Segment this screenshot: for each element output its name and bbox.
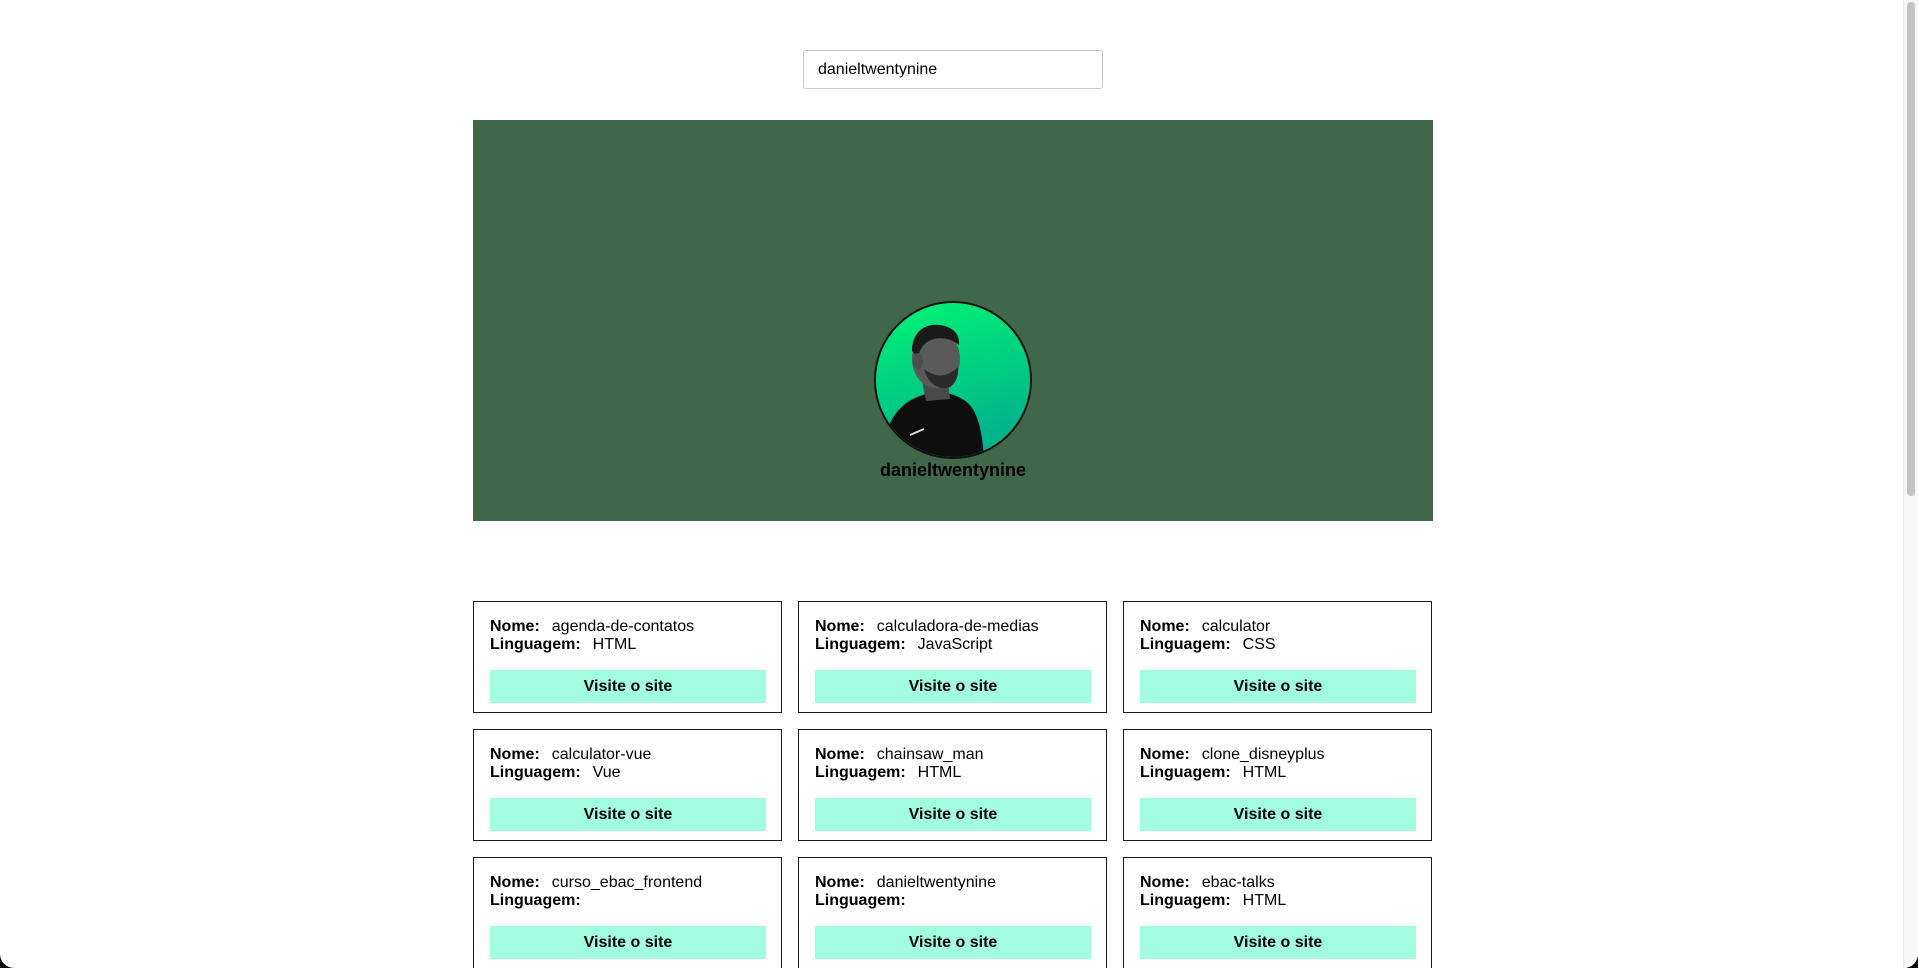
- repo-name-row: Nome: calculator: [1140, 618, 1415, 636]
- visit-site-button[interactable]: Visite o site: [490, 798, 766, 831]
- repo-language-label: Linguagem:: [490, 764, 581, 781]
- page-scrollbar[interactable]: [1903, 0, 1918, 968]
- browser-viewport: danieltwentynine Nome: agenda-de-contatos…: [0, 0, 1918, 968]
- visit-site-button[interactable]: Visite o site: [815, 926, 1091, 959]
- repo-name-row: Nome: agenda-de-contatos: [490, 618, 765, 636]
- avatar-photo: [876, 303, 1030, 457]
- repo-language-label: Linguagem:: [490, 892, 581, 909]
- avatar: [874, 301, 1032, 459]
- visit-site-button[interactable]: Visite o site: [1140, 798, 1416, 831]
- repo-language: HTML: [592, 636, 637, 653]
- repo-language: HTML: [1242, 892, 1287, 909]
- repo-name-row: Nome: clone_disneyplus: [1140, 746, 1415, 764]
- profile-username: danieltwentynine: [879, 460, 1027, 480]
- repo-name-label: Nome:: [490, 746, 540, 763]
- repo-name-row: Nome: curso_ebac_frontend: [490, 874, 765, 892]
- repo-card: Nome: clone_disneyplus Linguagem: HTML Vis…: [1123, 729, 1432, 841]
- repo-name-row: Nome: calculadora-de-medias: [815, 618, 1090, 636]
- repo-language-label: Linguagem:: [490, 636, 581, 653]
- visit-site-button[interactable]: Visite o site: [490, 926, 766, 959]
- repo-name-label: Nome:: [1140, 618, 1190, 635]
- visit-site-button[interactable]: Visite o site: [815, 670, 1091, 703]
- repo-language-label: Linguagem:: [815, 636, 906, 653]
- repo-language-row: Linguagem:: [815, 892, 1090, 910]
- repo-name-row: Nome: chainsaw_man: [815, 746, 1090, 764]
- search-input[interactable]: [803, 50, 1103, 89]
- repo-language: CSS: [1242, 636, 1276, 653]
- repo-language-row: Linguagem: HTML: [815, 764, 1090, 782]
- repo-name: calculator-vue: [551, 746, 652, 763]
- repo-language-row: Linguagem: JavaScript: [815, 636, 1090, 654]
- repo-name: curso_ebac_frontend: [551, 874, 703, 891]
- repo-language-row: Linguagem: Vue: [490, 764, 765, 782]
- repo-card: Nome: ebac-talks Linguagem: HTML Visite o …: [1123, 857, 1432, 968]
- repo-card: Nome: calculadora-de-medias Linguagem: Jav…: [798, 601, 1107, 713]
- repo-card: Nome: curso_ebac_frontend Linguagem: Visi…: [473, 857, 782, 968]
- repo-name-label: Nome:: [815, 746, 865, 763]
- repo-language-row: Linguagem: HTML: [1140, 764, 1415, 782]
- repo-name: danieltwentynine: [876, 874, 996, 891]
- repo-name: calculadora-de-medias: [876, 618, 1039, 635]
- repo-card: Nome: chainsaw_man Linguagem: HTML Visite …: [798, 729, 1107, 841]
- repo-card: Nome: agenda-de-contatos Linguagem: HTML V…: [473, 601, 782, 713]
- repo-name-label: Nome:: [815, 618, 865, 635]
- visit-site-button[interactable]: Visite o site: [1140, 670, 1416, 703]
- repo-name: ebac-talks: [1201, 874, 1275, 891]
- visit-site-button[interactable]: Visite o site: [815, 798, 1091, 831]
- repo-card: Nome: calculator-vue Linguagem: Vue Visite…: [473, 729, 782, 841]
- repo-language-label: Linguagem:: [815, 764, 906, 781]
- repo-language-row: Linguagem: HTML: [1140, 892, 1415, 910]
- repo-name-row: Nome: ebac-talks: [1140, 874, 1415, 892]
- repo-card: Nome: danieltwentynine Linguagem: Visite …: [798, 857, 1107, 968]
- visit-site-button[interactable]: Visite o site: [1140, 926, 1416, 959]
- repo-name-label: Nome:: [490, 618, 540, 635]
- repo-name-label: Nome:: [815, 874, 865, 891]
- repo-language: HTML: [1242, 764, 1287, 781]
- repo-name: agenda-de-contatos: [551, 618, 695, 635]
- scrollbar-thumb[interactable]: [1907, 2, 1915, 496]
- repo-card: Nome: calculator Linguagem: CSS Visite o s…: [1123, 601, 1432, 713]
- repo-language-row: Linguagem:: [490, 892, 765, 910]
- repo-language-row: Linguagem: HTML: [490, 636, 765, 654]
- repo-name: chainsaw_man: [876, 746, 984, 763]
- repo-name: clone_disneyplus: [1201, 746, 1325, 763]
- repo-name-label: Nome:: [490, 874, 540, 891]
- repo-language: JavaScript: [917, 636, 993, 653]
- repo-name-label: Nome:: [1140, 874, 1190, 891]
- repo-language-row: Linguagem: CSS: [1140, 636, 1415, 654]
- repo-language: Vue: [592, 764, 621, 781]
- profile-banner: danieltwentynine: [473, 120, 1433, 521]
- repo-language-label: Linguagem:: [1140, 764, 1231, 781]
- repo-name-label: Nome:: [1140, 746, 1190, 763]
- repo-name-row: Nome: danieltwentynine: [815, 874, 1090, 892]
- repo-name-row: Nome: calculator-vue: [490, 746, 765, 764]
- repo-language-label: Linguagem:: [815, 892, 906, 909]
- repo-language-label: Linguagem:: [1140, 892, 1231, 909]
- repo-language-label: Linguagem:: [1140, 636, 1231, 653]
- repo-language: HTML: [917, 764, 962, 781]
- visit-site-button[interactable]: Visite o site: [490, 670, 766, 703]
- repo-name: calculator: [1201, 618, 1271, 635]
